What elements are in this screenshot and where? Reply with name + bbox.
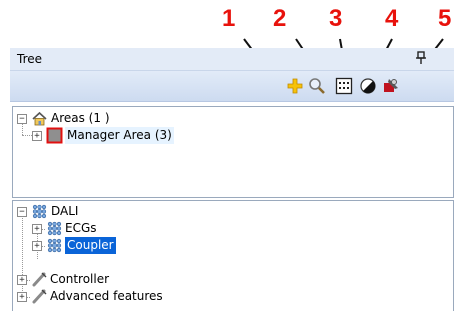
tree-toolbar: [10, 71, 454, 102]
areas-tree-pane: − Areas (1 ) + Manager Area (3): [12, 106, 454, 198]
tree-panel: Tree − Areas (1) + Manager Area (3) − D…: [10, 48, 454, 311]
area-icon: [46, 127, 63, 144]
tree-node-label: DALI: [51, 204, 79, 218]
dali-tree-pane: − DALI + ECGs + Coupler + Controller + A…: [12, 200, 454, 311]
callout-5: 5: [438, 5, 452, 32]
collapse-toggle[interactable]: −: [17, 207, 27, 217]
tree-node-label: Advanced features: [50, 289, 163, 303]
add-button[interactable]: [286, 77, 304, 95]
contrast-icon: [360, 78, 376, 94]
pin-tool-button[interactable]: [382, 77, 400, 95]
tree-node-label: Coupler: [65, 237, 116, 254]
panel-titlebar: Tree: [10, 48, 454, 71]
callout-2: 2: [273, 5, 287, 32]
expand-toggle[interactable]: +: [32, 241, 42, 251]
pin-icon[interactable]: [416, 51, 426, 68]
advanced-features-icon: [31, 288, 48, 305]
dali-network-icon: [31, 203, 48, 220]
add-icon: [287, 78, 303, 94]
ecg-icon: [46, 220, 63, 237]
expand-toggle[interactable]: +: [32, 131, 42, 141]
search-button[interactable]: [308, 77, 326, 95]
tree-node-label: Controller: [50, 272, 110, 286]
grid-button[interactable]: [335, 77, 353, 95]
collapse-toggle[interactable]: −: [17, 114, 27, 124]
callout-4: 4: [385, 5, 399, 32]
search-icon: [309, 78, 325, 94]
tree-node-label: ECGs: [65, 221, 97, 235]
expand-toggle[interactable]: +: [32, 224, 42, 234]
callout-3: 3: [329, 5, 343, 32]
tree-node-label: Manager Area (3): [65, 127, 174, 144]
controller-icon: [31, 271, 48, 288]
pin-tool-icon: [384, 79, 398, 92]
tree-node-label: Areas (1 ): [51, 111, 110, 125]
expand-toggle[interactable]: +: [17, 275, 27, 285]
panel-title: Tree: [17, 52, 43, 66]
callout-1: 1: [222, 5, 236, 32]
contrast-button[interactable]: [359, 77, 377, 95]
grid-icon: [335, 77, 353, 95]
coupler-icon: [46, 237, 63, 254]
home-icon: [31, 110, 48, 127]
annotation-callouts: 1 2 3 4 5: [0, 0, 454, 78]
